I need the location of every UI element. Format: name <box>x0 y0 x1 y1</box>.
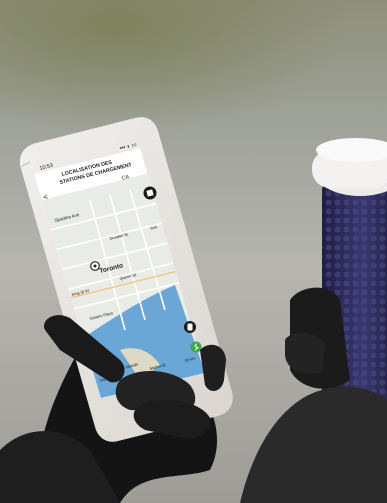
photo-scene: 10:53 ▪▪▪ ◗ ▭ LOCALISATION DES STATIONS … <box>0 0 387 503</box>
photo-svg: 10:53 ▪▪▪ ◗ ▭ LOCALISATION DES STATIONS … <box>0 0 387 503</box>
